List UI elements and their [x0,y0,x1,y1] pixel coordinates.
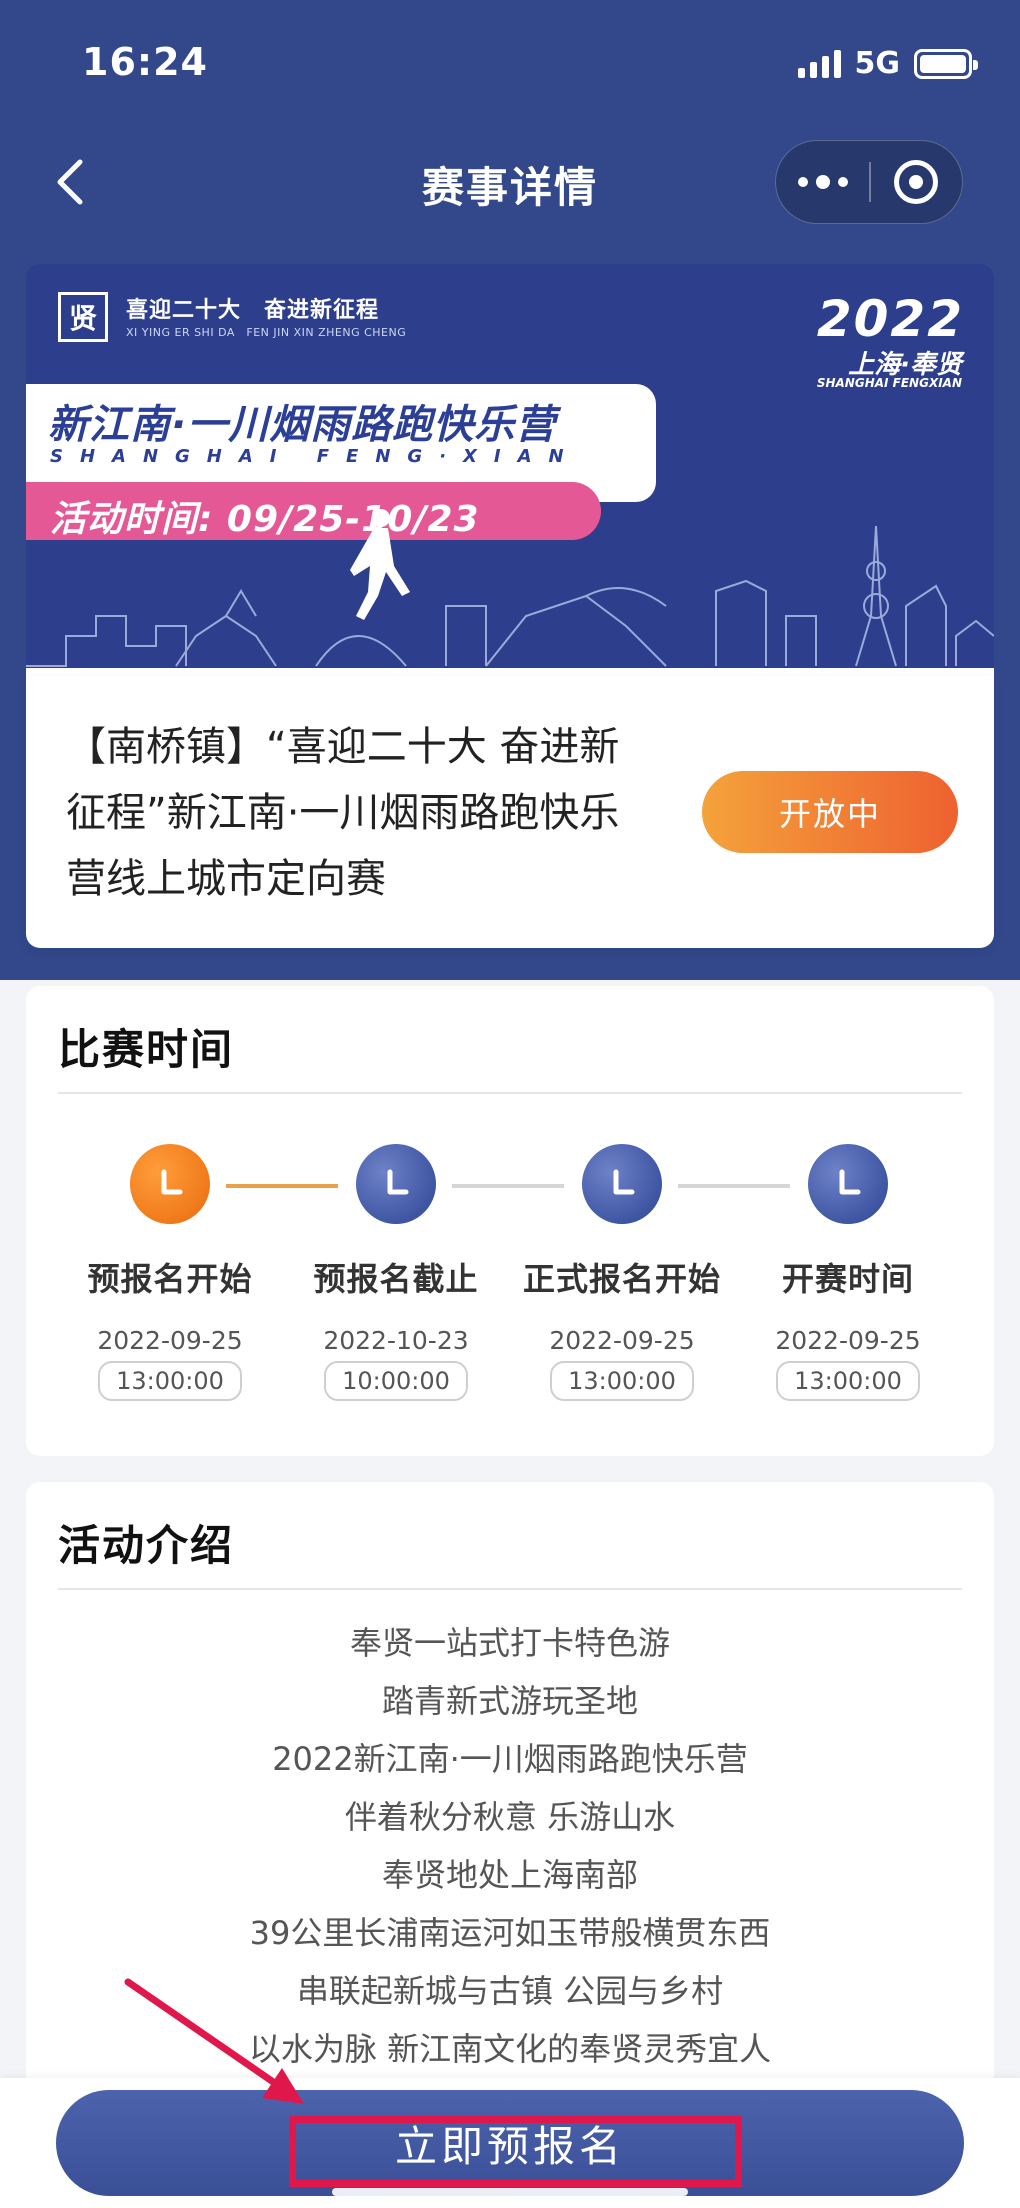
signal-icon [797,49,841,78]
schedule-title: 比赛时间 [58,1025,235,1074]
status-button[interactable]: 开放中 [702,771,958,853]
step-date: 2022-09-25 [97,1326,243,1355]
home-indicator [332,2188,688,2196]
network-type: 5G [854,46,901,81]
banner-title: 新江南·一川烟雨路跑快乐营 [48,402,557,448]
banner-city-pinyin: SHANGHAI FENGXIAN [816,376,962,390]
intro-line: 踏青新式游玩圣地 [381,1682,638,1720]
schedule-divider [58,1092,962,1094]
intro-line: 2022新江南·一川烟雨路跑快乐营 [272,1740,748,1778]
step-label: 正式报名开始 [522,1260,721,1298]
step-time: 10:00:00 [324,1361,468,1401]
more-dots-icon[interactable] [776,175,869,189]
timeline-step: 预报名截止 2022-10-23 10:00:00 [286,1144,506,1401]
step-date: 2022-09-25 [549,1326,695,1355]
status-bar: 16:24 5G [0,0,1020,130]
banner-slogan: 喜迎二十大 奋进新征程 [126,298,380,323]
step-date: 2022-10-23 [323,1326,469,1355]
step-time: 13:00:00 [776,1361,920,1401]
status-time: 16:24 [82,40,208,84]
intro-line: 39公里长浦南运河如玉带般横贯东西 [249,1914,771,1952]
intro-title: 活动介绍 [58,1521,235,1570]
timeline-step: 预报名开始 2022-09-25 13:00:00 [60,1144,280,1401]
clock-icon [356,1144,436,1224]
intro-line: 奉贤地处上海南部 [381,1856,638,1894]
banner-year: 2022 [816,290,964,348]
intro-text: 奉贤一站式打卡特色游 踏青新式游玩圣地 2022新江南·一川烟雨路跑快乐营 伴着… [58,1614,962,2078]
banner-title-pinyin: SHANGHAI FENG·XIAN [50,446,581,467]
banner-slogan-pinyin: XI YING ER SHI DA FEN JIN XIN ZHENG CHEN… [126,326,407,339]
clock-icon [808,1144,888,1224]
annotation-highlight-box [289,2116,742,2187]
step-label: 预报名截止 [313,1260,479,1298]
battery-icon [914,48,978,79]
step-time: 13:00:00 [98,1361,242,1401]
intro-line: 以水为脉 新江南文化的奉贤灵秀宜人 [248,2030,772,2068]
step-time: 13:00:00 [550,1361,694,1401]
status-indicators: 5G [797,46,978,81]
event-title: 【南桥镇】“喜迎二十大 奋进新征程”新江南·一川烟雨路跑快乐营线上城市定向赛 [66,724,620,902]
intro-line: 伴着秋分秋意 乐游山水 [344,1798,676,1836]
nav-bar: 赛事详情 [0,130,1020,230]
intro-line: 串联起新城与古镇 公园与乡村 [296,1972,724,2010]
step-label: 预报名开始 [87,1260,253,1298]
timeline-step: 开赛时间 2022-09-25 13:00:00 [738,1144,958,1401]
step-label: 开赛时间 [781,1260,914,1298]
timeline-step: 正式报名开始 2022-09-25 13:00:00 [512,1144,732,1401]
mini-program-capsule [775,140,963,224]
clock-icon [582,1144,662,1224]
event-info-card: 【南桥镇】“喜迎二十大 奋进新征程”新江南·一川烟雨路跑快乐营线上城市定向赛 开… [26,676,994,948]
intro-divider [58,1588,962,1590]
event-banner: 贤 喜迎二十大 奋进新征程 XI YING ER SHI DA FEN JIN … [26,264,994,676]
clock-icon [130,1144,210,1224]
intro-line: 奉贤一站式打卡特色游 [349,1624,670,1662]
step-date: 2022-09-25 [775,1326,921,1355]
target-circle-icon[interactable] [871,160,962,204]
skyline-illustration [26,509,994,676]
schedule-card: 比赛时间 预报名开始 2022-09-25 13:00:00 预报名截止 202… [26,986,994,1456]
logo-icon: 贤 [58,292,108,342]
